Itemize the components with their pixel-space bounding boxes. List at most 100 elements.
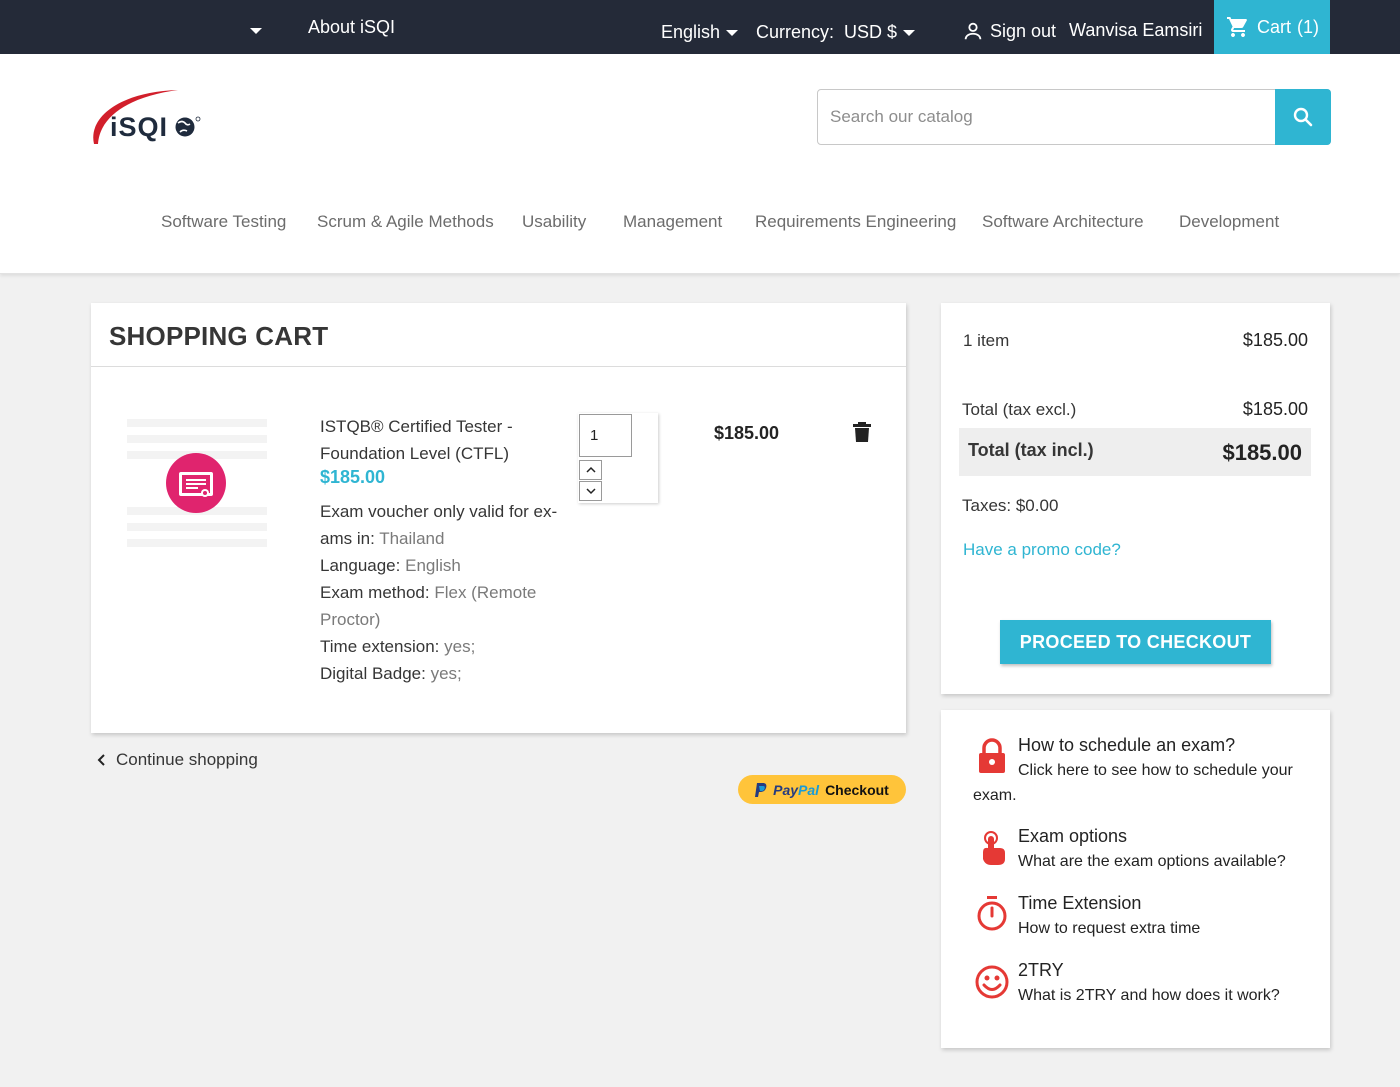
voucher-value: Thailand — [379, 529, 445, 548]
paypal-brand: PayPal — [773, 782, 819, 798]
currency-selector[interactable]: Currency: USD $ — [756, 22, 916, 43]
language-selector[interactable]: English — [661, 22, 739, 43]
nav-development[interactable]: Development — [1179, 212, 1279, 232]
paypal-checkout-label: Checkout — [825, 781, 889, 798]
paypal-brand-b: Pal — [798, 781, 820, 798]
method-value-cont: Proctor) — [320, 610, 381, 629]
product-price: $185.00 — [320, 467, 386, 487]
about-link[interactable]: About iSQI — [308, 17, 395, 38]
chevron-up-icon — [585, 466, 596, 473]
total-excl-value: $185.00 — [1242, 399, 1308, 419]
cart-title: SHOPPING CART — [109, 321, 329, 351]
language-label: English — [661, 22, 721, 42]
method-line2: Proctor) — [320, 606, 380, 633]
stopwatch-icon — [977, 896, 1007, 931]
continue-shopping-link[interactable]: Continue shopping — [96, 750, 258, 770]
search-button[interactable] — [1275, 89, 1331, 145]
digital-badge-line: Digital Badge: yes; — [320, 660, 462, 687]
logo-graphic: iSQI — [93, 90, 201, 144]
trash-icon — [853, 422, 871, 442]
divider — [91, 366, 906, 367]
info-desc-time-extension[interactable]: How to request extra time — [1018, 920, 1200, 938]
paypal-p-icon — [755, 782, 767, 797]
items-count: 1 item — [963, 331, 1010, 350]
shopping-cart-panel: SHOPPING CART ISTQB® Certified Tester - … — [91, 303, 906, 733]
info-title-exam-options[interactable]: Exam options — [1018, 826, 1127, 847]
paypal-brand-a: Pay — [773, 781, 799, 798]
product-name-line2[interactable]: Foundation Level (CTFL) — [320, 440, 509, 467]
chevron-left-icon — [97, 754, 105, 766]
total-incl-label: Total (tax incl.) — [968, 440, 1094, 460]
time-extension-line: Time extension: yes; — [320, 633, 475, 660]
info-title-schedule[interactable]: How to schedule an exam? — [1018, 735, 1235, 756]
voucher-label: ams in: — [320, 529, 375, 548]
proceed-to-checkout-button[interactable]: PROCEED TO CHECKOUT — [1000, 620, 1271, 664]
smiley-icon — [975, 965, 1009, 999]
product-name-line1[interactable]: ISTQB® Certified Tester - — [320, 413, 513, 440]
promo-code-link[interactable]: Have a promo code? — [963, 540, 1121, 560]
signout-label: Sign out — [990, 20, 1057, 41]
badge-label: Digital Badge: — [320, 664, 426, 683]
dropdown-caret-icon[interactable] — [250, 20, 262, 41]
cart-count: (1) — [1297, 16, 1319, 37]
currency-label: Currency: — [756, 22, 835, 42]
voucher-line1: Exam voucher only valid for ex- — [320, 502, 558, 521]
cart-icon — [1226, 17, 1247, 37]
chevron-down-icon — [585, 488, 596, 495]
site-header: iSQI Software Testing Scrum & Agile Meth… — [0, 54, 1400, 274]
logo-text: iSQI — [110, 112, 168, 142]
paypal-checkout-button[interactable]: PayPal Checkout — [738, 775, 906, 804]
nav-management[interactable]: Management — [623, 212, 722, 232]
isqi-logo[interactable]: iSQI — [88, 88, 218, 152]
time-ext-value: yes; — [444, 637, 476, 656]
quantity-decrease-button[interactable] — [579, 481, 602, 501]
info-desc-2try[interactable]: What is 2TRY and how does it work? — [1018, 987, 1280, 1005]
info-title-2try[interactable]: 2TRY — [1018, 960, 1064, 981]
language-line: Language: English — [320, 552, 461, 579]
time-ext-label: Time extension: — [320, 637, 440, 656]
badge-value: yes; — [430, 664, 462, 683]
info-desc-schedule-cont[interactable]: exam. — [973, 787, 1017, 805]
user-icon — [964, 22, 982, 40]
nav-usability[interactable]: Usability — [522, 212, 586, 232]
cart-summary-panel: 1 item $185.00 Total (tax excl.) $185.00… — [941, 303, 1330, 694]
continue-shopping-label: Continue shopping — [116, 750, 258, 769]
nav-software-architecture[interactable]: Software Architecture — [982, 212, 1144, 232]
line-total: $185.00 — [714, 423, 780, 443]
search-box — [817, 89, 1331, 145]
quantity-stepper — [578, 413, 658, 503]
user-name[interactable]: Wanvisa Eamsiri — [1069, 20, 1202, 41]
chevron-down-icon — [903, 30, 916, 37]
method-label: Exam method: — [320, 583, 430, 602]
currency-value: USD $ — [844, 22, 898, 42]
nav-scrum-agile[interactable]: Scrum & Agile Methods — [317, 212, 494, 232]
top-bar: About iSQI English Currency: USD $ Sign … — [0, 0, 1400, 54]
certificate-icon — [127, 419, 267, 547]
quantity-input[interactable] — [579, 414, 632, 457]
signout-link[interactable]: Sign out — [962, 20, 1056, 42]
total-incl-value: $185.00 — [1222, 440, 1302, 465]
remove-item-button[interactable] — [853, 421, 871, 443]
info-desc-schedule[interactable]: Click here to see how to schedule your — [1018, 762, 1293, 780]
info-title-time-extension[interactable]: Time Extension — [1018, 893, 1141, 914]
total-incl-row: Total (tax incl.) $185.00 — [959, 428, 1311, 476]
search-input[interactable] — [818, 90, 1275, 144]
lock-icon — [979, 738, 1005, 773]
taxes-label: Taxes: $0.00 — [962, 496, 1059, 515]
chevron-down-icon — [726, 30, 739, 37]
total-excl-label: Total (tax excl.) — [962, 400, 1077, 419]
language-attr-value: English — [405, 556, 461, 575]
nav-software-testing[interactable]: Software Testing — [161, 212, 286, 232]
nav-requirements-engineering[interactable]: Requirements Engineering — [755, 212, 956, 232]
voucher-line2: ams in: Thailand — [320, 525, 444, 552]
cart-label: Cart — [1256, 16, 1291, 37]
search-icon — [1293, 107, 1313, 127]
pointer-hand-icon — [983, 831, 1005, 865]
method-value: Flex (Remote — [434, 583, 537, 602]
quantity-increase-button[interactable] — [579, 460, 602, 480]
info-desc-exam-options[interactable]: What are the exam options available? — [1018, 853, 1286, 871]
method-line: Exam method: Flex (Remote — [320, 579, 536, 606]
cart-button[interactable]: Cart (1) — [1214, 0, 1330, 54]
items-subtotal: $185.00 — [1242, 330, 1308, 350]
product-image[interactable] — [127, 413, 267, 553]
